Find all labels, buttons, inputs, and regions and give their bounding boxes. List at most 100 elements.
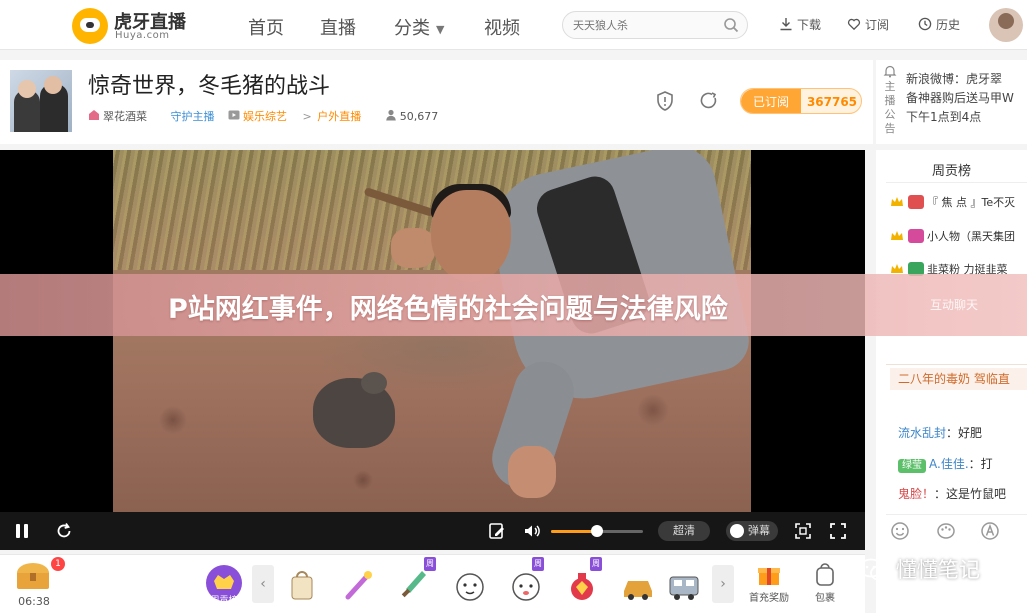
room-title: 惊奇世界，冬毛猪的战斗	[88, 74, 331, 99]
toggle-knob	[730, 524, 744, 538]
chat-nick[interactable]: 鬼脸！	[898, 487, 934, 501]
fan-badge: 绿莹	[898, 459, 926, 473]
danmu-input-icon[interactable]	[487, 521, 507, 541]
announcement-line: 备神器购后送马甲W	[906, 91, 1014, 105]
treasure-chest-icon[interactable]	[14, 559, 52, 591]
chat-nick[interactable]: 流水乱封	[898, 426, 946, 440]
chat-message: 鬼脸！：这是竹鼠吧	[898, 485, 1027, 502]
nav-item-video[interactable]: 视频	[484, 14, 520, 40]
screenshot-icon[interactable]	[793, 521, 813, 541]
user-avatar[interactable]	[989, 8, 1023, 42]
subscribe-count: 367765	[806, 95, 858, 109]
history-button[interactable]: 历史	[918, 16, 960, 33]
search-icon[interactable]	[723, 17, 739, 33]
chat-sep: ：	[946, 426, 959, 440]
host-name-text: 翠花酒菜	[103, 110, 147, 123]
emoji-icon[interactable]	[890, 521, 910, 541]
gift-bag-icon[interactable]	[282, 565, 322, 605]
huya-logo-icon	[72, 8, 108, 44]
gift-car-icon[interactable]	[618, 565, 658, 605]
gift-sword-icon[interactable]	[394, 565, 434, 605]
weekly-gift-tag: 周	[424, 557, 436, 571]
volume-icon[interactable]	[522, 521, 542, 541]
volume-slider-handle[interactable]	[591, 525, 603, 537]
room-header: 惊奇世界，冬毛猪的战斗 翠花酒菜 守护主播 娱乐综艺 > 户外直播 50,677…	[0, 60, 873, 144]
gift-scroll-left-button[interactable]: ‹	[252, 565, 274, 603]
shield-icon[interactable]	[654, 90, 676, 112]
danmu-label: 弹幕	[748, 524, 770, 537]
subscribe-label: 已订阅	[741, 89, 801, 113]
nav-item-home[interactable]: 首页	[248, 14, 284, 40]
play-square-icon	[228, 110, 240, 120]
danmu-toggle[interactable]: 弹幕	[726, 521, 778, 541]
backpack-label: 包裹	[815, 593, 835, 604]
gift-wand-icon[interactable]	[338, 565, 378, 605]
search-box	[562, 11, 748, 39]
streamer-avatar[interactable]	[10, 70, 72, 132]
gift-potion-icon[interactable]	[562, 565, 602, 605]
bell-icon	[883, 65, 897, 78]
category-link-1[interactable]: 娱乐综艺	[243, 108, 287, 124]
level-badge-icon	[908, 229, 924, 243]
category-breadcrumb: 娱乐综艺 > 户外直播	[228, 108, 371, 124]
chest-count-badge: 1	[51, 557, 65, 571]
weekly-gift-tag: 周	[532, 557, 544, 571]
download-button[interactable]: 下载	[779, 16, 821, 33]
chest-countdown: 06:38	[18, 595, 50, 608]
first-recharge-button[interactable]: 首充奖励	[744, 561, 794, 604]
person-icon	[385, 110, 396, 121]
palette-icon[interactable]	[936, 521, 956, 541]
chat-text: 好肥	[958, 426, 983, 440]
chat-highlight-message: 二八年的毒奶 驾临直	[890, 368, 1027, 390]
font-style-icon[interactable]	[980, 521, 1000, 541]
rank-row[interactable]: 『 焦 点 』Te不灭	[890, 194, 1027, 212]
backpack-button[interactable]: 包裹	[800, 561, 850, 604]
nav-item-category[interactable]: 分类 ▼	[394, 14, 444, 40]
weekly-rank-title[interactable]: 周贡榜	[876, 160, 1027, 179]
rank-name: 小人物（黑天集团	[927, 230, 1015, 243]
player-controls: 超清 弹幕	[0, 512, 865, 550]
clock-icon	[918, 17, 932, 31]
history-label: 历史	[936, 18, 961, 32]
category-link-2[interactable]: 户外直播	[317, 108, 361, 124]
refresh-icon[interactable]	[54, 521, 74, 541]
backpack-icon	[816, 563, 834, 586]
search-input[interactable]	[573, 15, 713, 35]
fan-badge-label: 周贡榜	[210, 596, 238, 606]
download-label: 下载	[797, 18, 822, 32]
fullscreen-icon[interactable]	[828, 521, 848, 541]
guard-host-link[interactable]: 守护主播	[171, 108, 215, 124]
gift-train-icon[interactable]	[664, 565, 704, 605]
gift-baby-face-icon[interactable]	[506, 565, 546, 605]
chat-text: 这是竹鼠吧	[946, 487, 1007, 501]
wechat-icon	[859, 558, 890, 581]
banner-headline: P站网红事件，网络色情的社会问题与法律风险	[168, 294, 728, 325]
host-announcement: 主播公告 新浪微博：虎牙翠 备神器购后送马甲W 下午1点到4点	[876, 60, 1027, 144]
first-recharge-label: 首充奖励	[749, 593, 789, 604]
weekly-gift-tag: 周	[590, 557, 602, 571]
chat-message: 绿莹 A.佳佳.：打	[898, 455, 1027, 473]
gift-box-icon	[758, 568, 780, 585]
nav-item-live[interactable]: 直播	[320, 14, 356, 40]
chat-tab-label[interactable]: 互动聊天	[930, 296, 978, 313]
gift-scroll-right-button[interactable]: ›	[712, 565, 734, 603]
rank-row[interactable]: 小人物（黑天集团	[890, 228, 1027, 246]
logo-subtitle: Huya.com	[115, 30, 170, 41]
share-icon[interactable]	[698, 90, 720, 112]
gift-cat-face-icon[interactable]	[450, 565, 490, 605]
host-name[interactable]: 翠花酒菜	[88, 108, 157, 124]
nav-item-category-label: 分类	[394, 18, 430, 39]
quality-button[interactable]: 超清	[658, 521, 710, 541]
video-player[interactable]: 超清 弹幕	[0, 150, 865, 550]
download-icon	[780, 18, 792, 31]
crown-icon	[891, 231, 903, 240]
chat-nick[interactable]: A.佳佳.	[929, 457, 969, 471]
chat-sep: ：	[934, 487, 947, 501]
top-navigation: 虎牙直播 Huya.com 首页 直播 分类 ▼ 视频 下载 订阅 历史	[0, 0, 1027, 50]
huya-logo[interactable]: 虎牙直播 Huya.com	[72, 6, 212, 44]
subscribe-nav-button[interactable]: 订阅	[847, 16, 889, 33]
pause-icon[interactable]	[12, 521, 32, 541]
caret-down-icon: ▼	[436, 22, 445, 36]
subscribe-button[interactable]: 已订阅 367765	[740, 88, 862, 114]
host-level-icon	[89, 110, 99, 120]
